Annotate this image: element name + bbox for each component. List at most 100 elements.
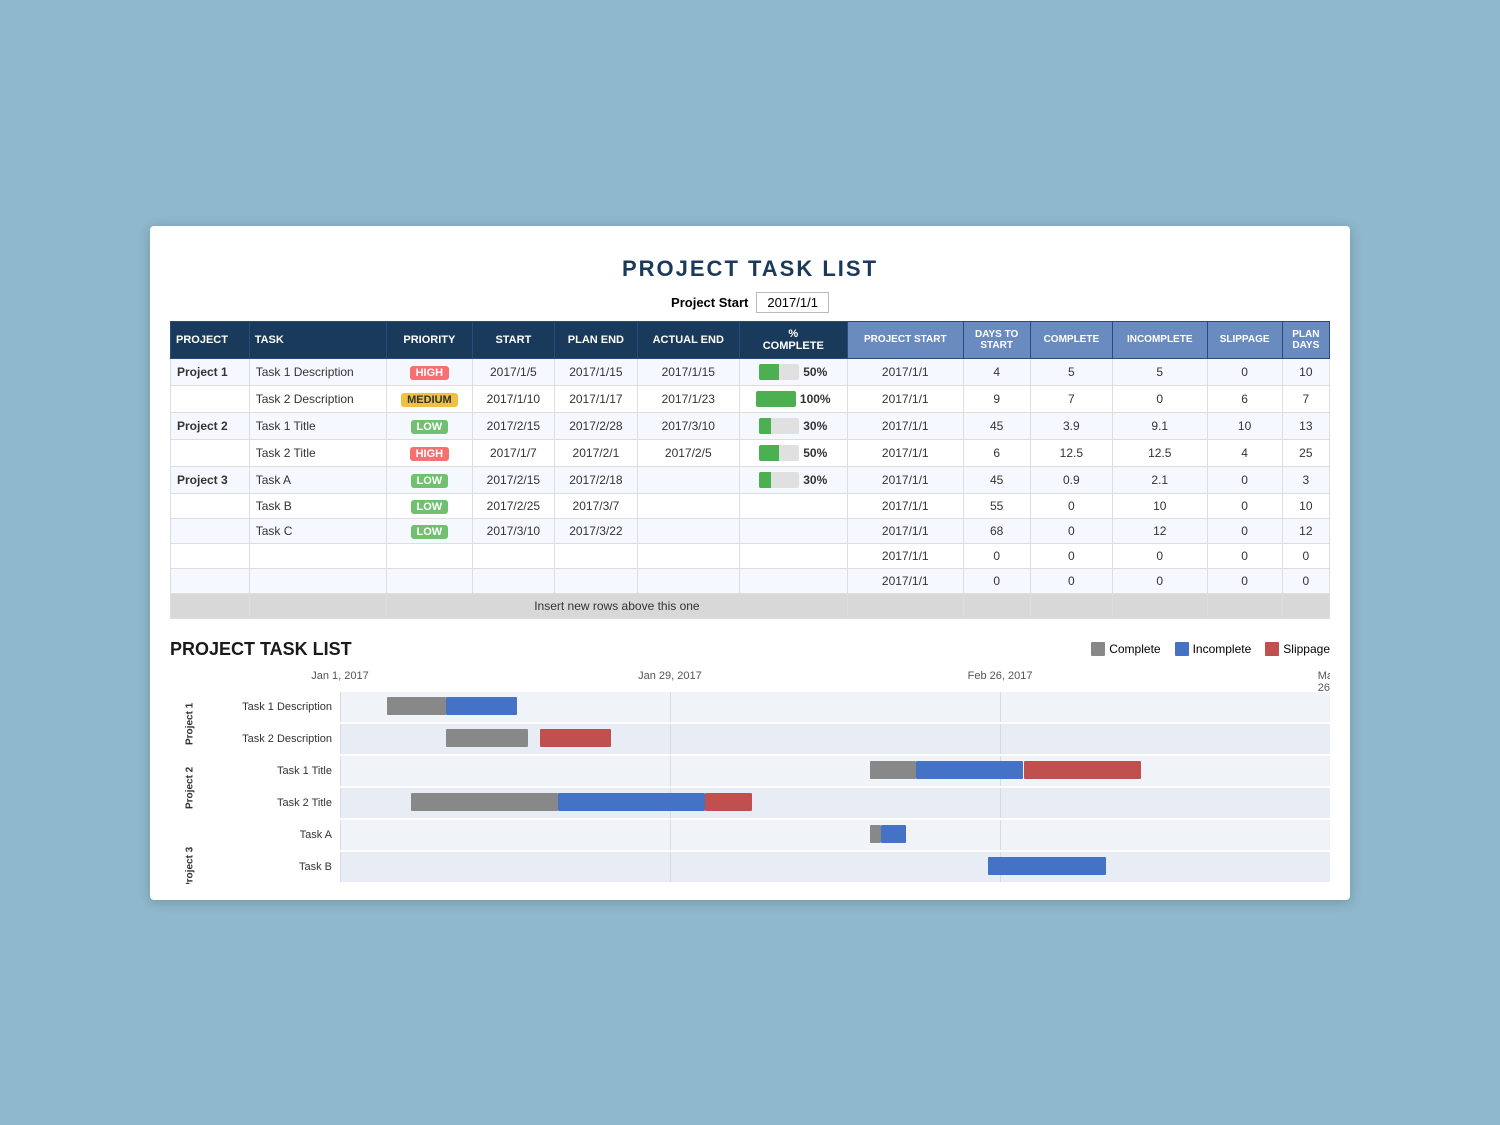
table-row: Task C LOW 2017/3/10 2017/3/22 2017/1/1 … bbox=[171, 518, 1330, 543]
priority-badge: LOW bbox=[411, 420, 449, 434]
cell-proj-start: 2017/1/1 bbox=[847, 412, 963, 439]
col-task: TASK bbox=[249, 321, 386, 358]
cell-priority: LOW bbox=[386, 518, 472, 543]
cell-pct: 100% bbox=[739, 385, 847, 412]
gantt-row-bg bbox=[340, 692, 1330, 722]
project-start-label: Project Start bbox=[671, 295, 748, 310]
cell-task: Task B bbox=[249, 493, 386, 518]
gantt-row-label: Task 2 Title bbox=[210, 797, 340, 809]
cell-incomplete: 10 bbox=[1112, 493, 1207, 518]
table-row: Project 3 Task A LOW 2017/2/15 2017/2/18… bbox=[171, 466, 1330, 493]
gantt-grid-line bbox=[1000, 820, 1001, 850]
cell-actual-end bbox=[637, 493, 739, 518]
gantt-row-bg bbox=[340, 852, 1330, 882]
cell-project: Project 3 bbox=[171, 466, 250, 493]
legend: Complete Incomplete Slippage bbox=[1091, 642, 1330, 656]
gantt-bar-slippage bbox=[1024, 761, 1142, 779]
gantt-date-label: Feb 26, 2017 bbox=[968, 670, 1033, 682]
priority-badge: MEDIUM bbox=[401, 393, 458, 407]
cell-project: Project 2 bbox=[171, 412, 250, 439]
cell-pct bbox=[739, 568, 847, 593]
insert-row: Insert new rows above this one bbox=[171, 593, 1330, 618]
gantt-rows: Project 1 Task 1 Description Task 2 Desc… bbox=[340, 692, 1330, 882]
col-days-to-start: Days toStart bbox=[963, 321, 1030, 358]
cell-pct: 30% bbox=[739, 412, 847, 439]
cell-proj-start: 2017/1/1 bbox=[847, 518, 963, 543]
gantt-row-label: Task A bbox=[210, 829, 340, 841]
legend-incomplete-label: Incomplete bbox=[1193, 642, 1252, 656]
cell-proj-start: 2017/1/1 bbox=[847, 385, 963, 412]
cell-plan-days: 0 bbox=[1282, 568, 1329, 593]
cell-plan-end: 2017/3/22 bbox=[554, 518, 637, 543]
cell-project bbox=[171, 518, 250, 543]
pct-label: 50% bbox=[803, 365, 827, 379]
cell-actual-end: 2017/3/10 bbox=[637, 412, 739, 439]
gantt-grid-line bbox=[340, 724, 341, 754]
gantt-row-bg bbox=[340, 820, 1330, 850]
gantt-row: Project 2 Task 1 Title bbox=[340, 756, 1330, 786]
cell-slippage: 4 bbox=[1207, 439, 1282, 466]
pct-bar bbox=[759, 418, 771, 434]
gantt-row-label: Task 1 Description bbox=[210, 701, 340, 713]
cell-task: Task 1 Title bbox=[249, 412, 386, 439]
cell-task: Task 1 Description bbox=[249, 358, 386, 385]
table-row: 2017/1/1 0 0 0 0 0 bbox=[171, 568, 1330, 593]
gantt-grid-line bbox=[670, 692, 671, 722]
cell-plan-days: 10 bbox=[1282, 358, 1329, 385]
cell-start: 2017/3/10 bbox=[472, 518, 554, 543]
gantt-grid-line bbox=[340, 788, 341, 818]
col-proj-start: Project Start bbox=[847, 321, 963, 358]
gantt-row: Task B bbox=[340, 852, 1330, 882]
gantt-grid-line bbox=[1000, 724, 1001, 754]
chart-section: PROJECT TASK LIST Complete Incomplete Sl… bbox=[170, 639, 1330, 900]
pct-bar-wrap bbox=[759, 445, 799, 461]
gantt-project-label: Project 3 bbox=[170, 820, 210, 884]
cell-plan-end: 2017/1/15 bbox=[554, 358, 637, 385]
gantt-grid-line bbox=[670, 852, 671, 882]
cell-complete: 0 bbox=[1030, 568, 1112, 593]
cell-task: Task A bbox=[249, 466, 386, 493]
gantt-grid-line bbox=[340, 756, 341, 786]
cell-days-to-start: 4 bbox=[963, 358, 1030, 385]
gantt-bar-complete bbox=[870, 825, 881, 843]
gantt-grid-line bbox=[670, 820, 671, 850]
legend-incomplete-box bbox=[1175, 642, 1189, 656]
gantt-bar-slippage bbox=[540, 729, 611, 747]
cell-plan-days: 10 bbox=[1282, 493, 1329, 518]
cell-start: 2017/1/7 bbox=[472, 439, 554, 466]
cell-project bbox=[171, 493, 250, 518]
legend-slippage-label: Slippage bbox=[1283, 642, 1330, 656]
gantt-bar-complete bbox=[870, 761, 916, 779]
cell-days-to-start: 45 bbox=[963, 412, 1030, 439]
cell-proj-start: 2017/1/1 bbox=[847, 466, 963, 493]
pct-bar-wrap bbox=[759, 418, 799, 434]
cell-priority: HIGH bbox=[386, 439, 472, 466]
cell-incomplete: 2.1 bbox=[1112, 466, 1207, 493]
main-card: PROJECT TASK LIST Project Start 2017/1/1… bbox=[150, 226, 1350, 900]
table-row: Task 2 Description MEDIUM 2017/1/10 2017… bbox=[171, 385, 1330, 412]
gantt-date-label: Jan 1, 2017 bbox=[311, 670, 369, 682]
pct-cell: 30% bbox=[746, 472, 841, 488]
gantt-row-bg bbox=[340, 756, 1330, 786]
cell-plan-days: 25 bbox=[1282, 439, 1329, 466]
cell-pct bbox=[739, 518, 847, 543]
cell-proj-start: 2017/1/1 bbox=[847, 358, 963, 385]
gantt-row: Task 2 Description bbox=[340, 724, 1330, 754]
table-body: Project 1 Task 1 Description HIGH 2017/1… bbox=[171, 358, 1330, 618]
col-actual-end: ACTUAL END bbox=[637, 321, 739, 358]
gantt-grid-line bbox=[1000, 692, 1001, 722]
pct-label: 30% bbox=[803, 419, 827, 433]
gantt-date-row: Jan 1, 2017Jan 29, 2017Feb 26, 2017Mar 2… bbox=[340, 670, 1330, 690]
pct-bar bbox=[759, 364, 779, 380]
cell-priority: MEDIUM bbox=[386, 385, 472, 412]
pct-cell: 30% bbox=[746, 418, 841, 434]
priority-badge: LOW bbox=[411, 474, 449, 488]
cell-task: Task C bbox=[249, 518, 386, 543]
cell-complete: 0 bbox=[1030, 543, 1112, 568]
cell-actual-end bbox=[637, 543, 739, 568]
cell-start: 2017/2/25 bbox=[472, 493, 554, 518]
cell-pct bbox=[739, 493, 847, 518]
gantt-row-label: Task B bbox=[210, 861, 340, 873]
cell-actual-end: 2017/2/5 bbox=[637, 439, 739, 466]
cell-start bbox=[472, 568, 554, 593]
